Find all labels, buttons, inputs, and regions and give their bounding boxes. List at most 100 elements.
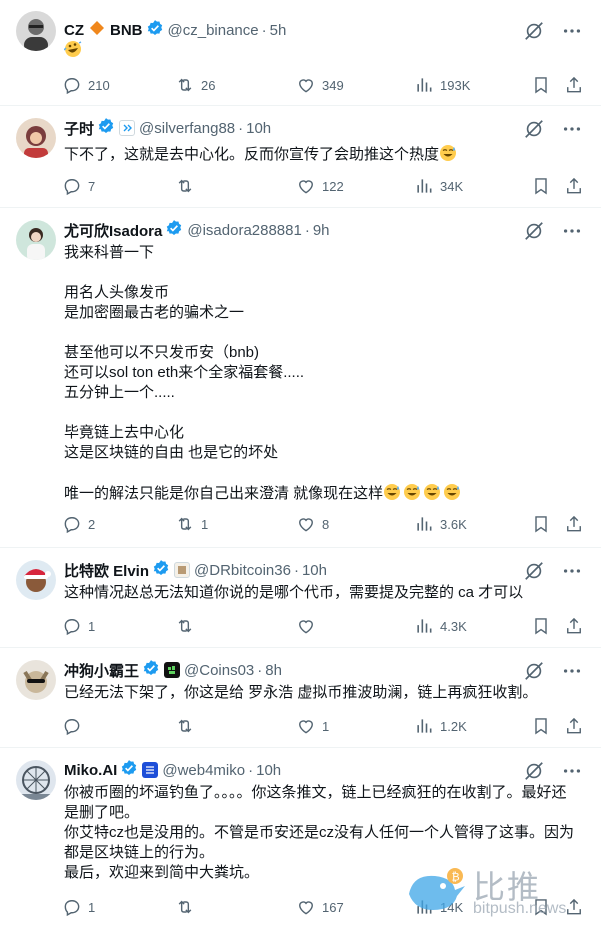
views-button[interactable]: 1.2K (414, 715, 467, 737)
user-handle[interactable]: @isadora288881 (187, 222, 301, 239)
retweet-button[interactable] (175, 175, 201, 197)
display-name[interactable]: CZ (64, 22, 84, 39)
user-handle[interactable]: @DRbitcoin36 (194, 562, 291, 579)
user-handle[interactable]: @web4miko (162, 762, 245, 779)
bitpush-watermark: ₿ 比推 bitpush.news (403, 862, 593, 922)
display-name[interactable]: 子时 (64, 118, 94, 139)
like-button[interactable] (296, 615, 322, 637)
views-button[interactable]: 3.6K (414, 513, 467, 535)
share-button[interactable] (564, 513, 584, 535)
avatar[interactable] (16, 760, 56, 800)
bookmark-button[interactable] (531, 513, 551, 535)
like-count: 349 (322, 77, 344, 93)
action-bar: 1 1.2K (56, 715, 585, 737)
tweet-2[interactable]: 子时 @silverfang88 · 10h 下不了，这就是去中心化。反而你宣传… (0, 106, 601, 208)
timestamp[interactable]: 8h (265, 662, 282, 679)
avatar[interactable] (16, 220, 56, 260)
reply-count: 210 (88, 77, 110, 93)
grok-icon[interactable] (523, 118, 545, 145)
bookmark-button[interactable] (531, 175, 551, 197)
like-count: 167 (322, 899, 344, 915)
reply-button[interactable]: 7 (62, 175, 95, 197)
avatar[interactable] (16, 11, 56, 51)
retweet-button[interactable] (175, 715, 201, 737)
retweet-button[interactable] (175, 896, 201, 918)
retweet-button[interactable] (175, 615, 201, 637)
display-name[interactable]: 尤可欣Isadora (64, 220, 162, 241)
like-count: 8 (322, 516, 330, 532)
like-count: 122 (322, 178, 344, 194)
tweet-text-content: 已经无法下架了，你这是给 罗永浩 虚拟币推波助澜，链上再疯狂收割。 (64, 684, 538, 701)
avatar[interactable] (16, 118, 56, 158)
sweat-smile-emoji-icon (439, 144, 457, 162)
share-button[interactable] (564, 175, 584, 197)
timestamp[interactable]: 10h (302, 562, 327, 579)
action-bar: 2 1 8 3.6K (56, 513, 585, 535)
display-name[interactable]: 冲狗小霸王 (64, 660, 139, 681)
user-handle[interactable]: @cz_binance (168, 22, 259, 39)
reply-count: 7 (88, 178, 96, 194)
tweet-3[interactable]: 尤可欣Isadora @isadora288881 · 9h 我来科普一下 用名… (0, 208, 601, 548)
share-button[interactable] (564, 615, 584, 637)
tweet-4[interactable]: 比特欧 Elvin @DRbitcoin36 · 10h 这种情况赵总无法知道你… (0, 548, 601, 648)
user-handle[interactable]: @silverfang88 (139, 120, 235, 137)
display-name[interactable]: 比特欧 Elvin (64, 560, 149, 581)
verified-badge-icon (97, 117, 115, 139)
like-button[interactable]: 349 (296, 74, 344, 96)
tweet-text: 下不了，这就是去中心化。反而你宣传了会助推这个热度 (64, 144, 581, 165)
more-options-icon[interactable] (561, 118, 583, 145)
reply-button[interactable]: 1 (62, 615, 95, 637)
display-name-suffix[interactable]: BNB (110, 22, 143, 39)
reply-button[interactable]: 2 (62, 513, 95, 535)
retweet-count: 1 (201, 516, 209, 532)
views-button[interactable]: 4.3K (414, 615, 467, 637)
affiliate-badge-icon (164, 662, 181, 678)
verified-badge-icon (165, 219, 183, 241)
tweet-text-content: 下不了，这就是去中心化。反而你宣传了会助推这个热度 (64, 146, 440, 163)
action-bar: 1 4.3K (56, 615, 585, 637)
display-name[interactable]: Miko.AI (64, 762, 117, 779)
reply-count: 1 (88, 618, 96, 634)
like-button[interactable]: 8 (296, 513, 329, 535)
bookmark-button[interactable] (531, 74, 551, 96)
affiliate-badge-icon (142, 762, 159, 778)
like-button[interactable]: 122 (296, 175, 344, 197)
retweet-button[interactable]: 26 (175, 74, 215, 96)
tweet-1[interactable]: CZ BNB @cz_binance · 5h 210 26 349 193K (0, 0, 601, 106)
retweet-button[interactable]: 1 (175, 513, 208, 535)
view-count: 34K (440, 178, 464, 194)
view-count: 3.6K (440, 516, 467, 532)
reply-count: 2 (88, 516, 96, 532)
action-bar: 210 26 349 193K (56, 74, 585, 96)
views-button[interactable]: 34K (414, 175, 463, 197)
affiliate-badge-icon (119, 120, 136, 136)
reply-button[interactable]: 210 (62, 74, 110, 96)
user-handle[interactable]: @Coins03 (184, 662, 254, 679)
tweet-text (63, 40, 581, 61)
bookmark-button[interactable] (531, 615, 551, 637)
retweet-count: 26 (201, 77, 216, 93)
view-count: 193K (440, 77, 471, 93)
share-button[interactable] (564, 715, 584, 737)
avatar[interactable] (16, 660, 56, 700)
like-button[interactable]: 1 (296, 715, 329, 737)
share-button[interactable] (564, 74, 584, 96)
bnb-diamond-icon (89, 20, 105, 40)
action-bar: 7 122 34K (56, 175, 585, 197)
bookmark-button[interactable] (531, 715, 551, 737)
reply-button[interactable] (62, 715, 88, 737)
bird-logo-icon: ₿ (403, 864, 467, 921)
timestamp[interactable]: 10h (256, 762, 281, 779)
timestamp[interactable]: 10h (246, 120, 271, 137)
tweet-text-content: 这种情况赵总无法知道你说的是哪个代币，需要提及完整的 ca 才可以 (64, 584, 524, 601)
avatar[interactable] (16, 560, 56, 600)
like-button[interactable]: 167 (296, 896, 344, 918)
timestamp[interactable]: 5h (270, 22, 287, 39)
timestamp[interactable]: 9h (313, 222, 330, 239)
verified-badge-icon (120, 759, 138, 781)
reply-button[interactable]: 1 (62, 896, 95, 918)
tweet-text-content: 我来科普一下 用名人头像发币 是加密圈最古老的骗术之一 甚至他可以不只发币安（b… (64, 244, 384, 502)
reply-count: 1 (88, 899, 96, 915)
tweet-5[interactable]: 冲狗小霸王 @Coins03 · 8h 已经无法下架了，你这是给 罗永浩 虚拟币… (0, 648, 601, 748)
views-button[interactable]: 193K (414, 74, 470, 96)
